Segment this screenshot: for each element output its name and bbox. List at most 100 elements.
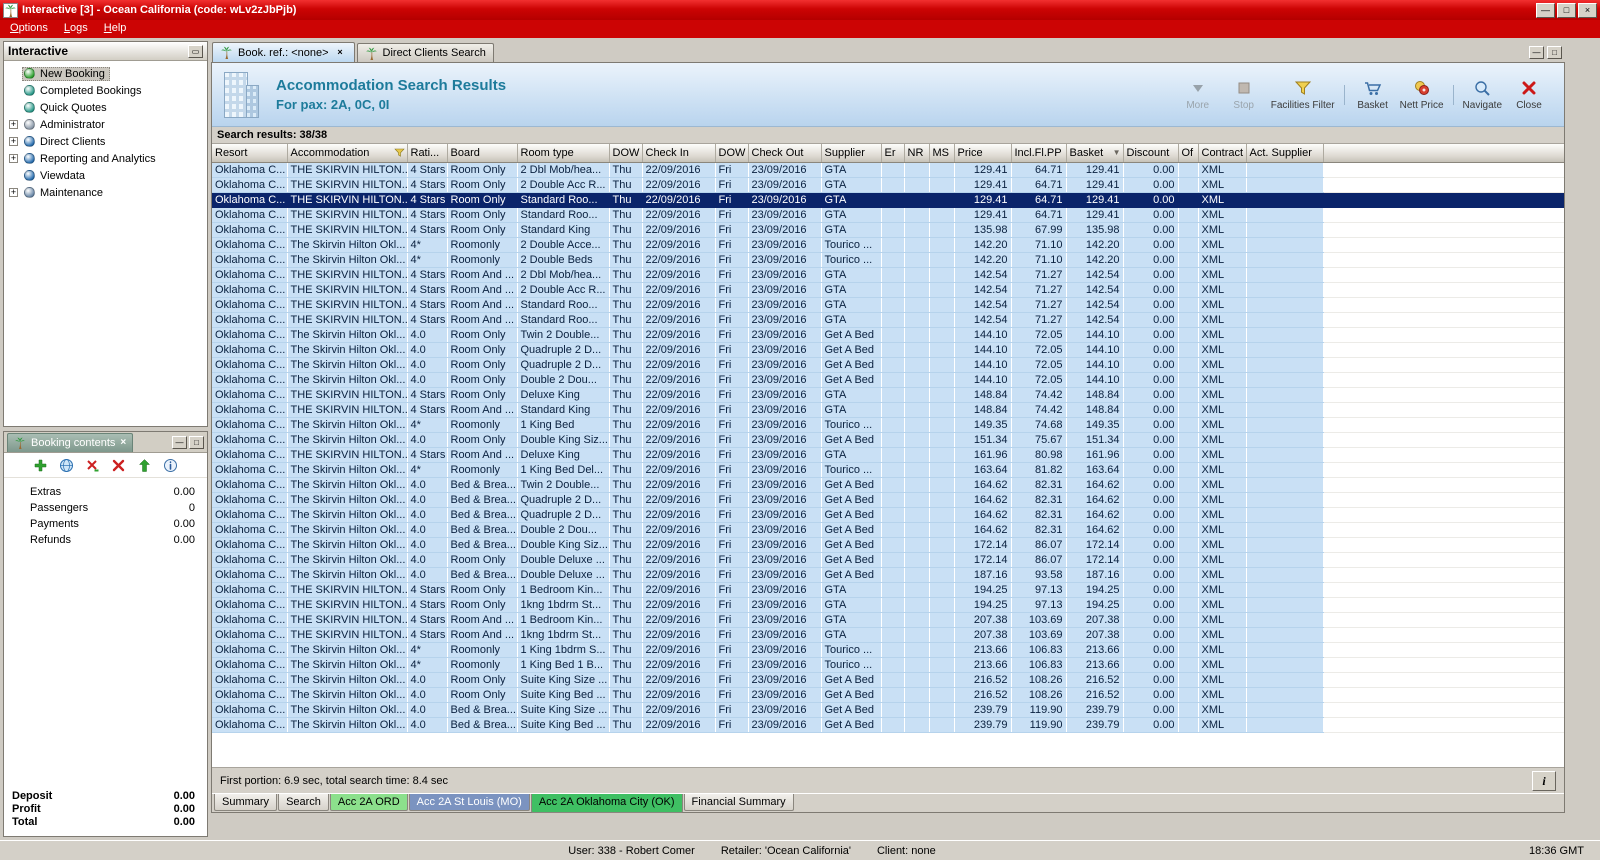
column-header-basket[interactable]: Basket ▼ bbox=[1066, 144, 1124, 163]
column-header-price[interactable]: Price bbox=[954, 144, 1012, 163]
table-row[interactable]: Oklahoma C... THE SKIRVIN HILTON... 4 Star… bbox=[212, 612, 1564, 628]
remove-icon[interactable] bbox=[85, 458, 100, 473]
sidebar-item-direct-clients[interactable]: + Direct Clients bbox=[4, 133, 207, 150]
table-row[interactable]: Oklahoma C... The Skirvin Hilton Okl... 4*… bbox=[212, 237, 1564, 253]
table-row[interactable]: Oklahoma C... THE SKIRVIN HILTON... 4 Star… bbox=[212, 207, 1564, 223]
column-header-dow[interactable]: DOW bbox=[609, 144, 643, 163]
expander-icon[interactable]: + bbox=[9, 120, 18, 129]
table-row[interactable]: Oklahoma C... The Skirvin Hilton Okl... 4.… bbox=[212, 477, 1564, 493]
menu-options[interactable]: Options bbox=[2, 20, 56, 38]
info-button[interactable]: i bbox=[1532, 770, 1556, 791]
mdi-restore-button[interactable]: □ bbox=[1547, 46, 1562, 59]
table-row[interactable]: Oklahoma C... The Skirvin Hilton Okl... 4.… bbox=[212, 432, 1564, 448]
booking-list-item-passengers[interactable]: Passengers 0 bbox=[4, 500, 207, 516]
tab-direct-clients-search[interactable]: Direct Clients Search bbox=[356, 43, 494, 62]
column-header-dow[interactable]: DOW bbox=[715, 144, 749, 163]
table-row[interactable]: Oklahoma C... THE SKIRVIN HILTON... 4 Star… bbox=[212, 297, 1564, 313]
table-row[interactable]: Oklahoma C... The Skirvin Hilton Okl... 4*… bbox=[212, 462, 1564, 478]
table-row[interactable]: Oklahoma C... THE SKIRVIN HILTON... 4 Star… bbox=[212, 177, 1564, 193]
column-header-check-out[interactable]: Check Out bbox=[748, 144, 822, 163]
panel-collapse-button[interactable]: ▭ bbox=[188, 44, 203, 58]
minimize-button[interactable]: — bbox=[1536, 2, 1555, 18]
table-row[interactable]: Oklahoma C... The Skirvin Hilton Okl... 4*… bbox=[212, 642, 1564, 658]
globe-icon[interactable] bbox=[59, 458, 74, 473]
sidebar-item-administrator[interactable]: + Administrator bbox=[4, 116, 207, 133]
table-row[interactable]: Oklahoma C... THE SKIRVIN HILTON... 4 Star… bbox=[212, 162, 1564, 178]
add-icon[interactable] bbox=[33, 458, 48, 473]
booking-contents-close-icon[interactable]: × bbox=[120, 438, 126, 448]
table-row[interactable]: Oklahoma C... THE SKIRVIN HILTON... 4 Star… bbox=[212, 447, 1564, 463]
sidebar-item-reporting-and-analytics[interactable]: + Reporting and Analytics bbox=[4, 150, 207, 167]
table-row[interactable]: Oklahoma C... THE SKIRVIN HILTON... 4 Star… bbox=[212, 387, 1564, 403]
table-row[interactable]: Oklahoma C... THE SKIRVIN HILTON... 4 Star… bbox=[212, 192, 1564, 208]
table-row[interactable]: Oklahoma C... THE SKIRVIN HILTON... 4 Star… bbox=[212, 222, 1564, 238]
table-row[interactable]: Oklahoma C... THE SKIRVIN HILTON... 4 Star… bbox=[212, 627, 1564, 643]
booking-list-item-payments[interactable]: Payments 0.00 bbox=[4, 516, 207, 532]
booking-minimize-button[interactable]: — bbox=[172, 436, 187, 449]
table-row[interactable]: Oklahoma C... The Skirvin Hilton Okl... 4.… bbox=[212, 342, 1564, 358]
table-row[interactable]: Oklahoma C... THE SKIRVIN HILTON... 4 Star… bbox=[212, 282, 1564, 298]
table-row[interactable]: Oklahoma C... The Skirvin Hilton Okl... 4.… bbox=[212, 717, 1564, 733]
table-row[interactable]: Oklahoma C... The Skirvin Hilton Okl... 4.… bbox=[212, 327, 1564, 343]
menu-logs[interactable]: Logs bbox=[56, 20, 96, 38]
booking-restore-button[interactable]: □ bbox=[189, 436, 204, 449]
table-row[interactable]: Oklahoma C... The Skirvin Hilton Okl... 4*… bbox=[212, 252, 1564, 268]
bottom-tab-acc-2a-oklahoma-city-ok[interactable]: Acc 2A Oklahoma City (OK) bbox=[530, 794, 683, 813]
column-header-board[interactable]: Board bbox=[447, 144, 518, 163]
sidebar-item-new-booking[interactable]: New Booking bbox=[4, 65, 207, 82]
table-row[interactable]: Oklahoma C... THE SKIRVIN HILTON... 4 Star… bbox=[212, 312, 1564, 328]
table-row[interactable]: Oklahoma C... The Skirvin Hilton Okl... 4.… bbox=[212, 552, 1564, 568]
basket-button[interactable]: Basket bbox=[1350, 76, 1396, 114]
table-row[interactable]: Oklahoma C... THE SKIRVIN HILTON... 4 Star… bbox=[212, 402, 1564, 418]
table-row[interactable]: Oklahoma C... The Skirvin Hilton Okl... 4.… bbox=[212, 492, 1564, 508]
booking-list-item-refunds[interactable]: Refunds 0.00 bbox=[4, 532, 207, 548]
menu-help[interactable]: Help bbox=[96, 20, 135, 38]
bottom-tab-acc-2a-ord[interactable]: Acc 2A ORD bbox=[329, 794, 408, 811]
table-row[interactable]: Oklahoma C... The Skirvin Hilton Okl... 4.… bbox=[212, 372, 1564, 388]
mdi-minimize-button[interactable]: — bbox=[1529, 46, 1544, 59]
column-header-room-type[interactable]: Room type bbox=[517, 144, 610, 163]
table-row[interactable]: Oklahoma C... THE SKIRVIN HILTON... 4 Star… bbox=[212, 597, 1564, 613]
close-button[interactable]: Close bbox=[1506, 76, 1552, 114]
nett-price-button[interactable]: Nett Price bbox=[1396, 76, 1448, 114]
table-row[interactable]: Oklahoma C... The Skirvin Hilton Okl... 4*… bbox=[212, 657, 1564, 673]
navigate-button[interactable]: Navigate bbox=[1459, 76, 1506, 114]
column-header-ms[interactable]: MS bbox=[929, 144, 955, 163]
up-icon[interactable] bbox=[137, 458, 152, 473]
column-header-contract[interactable]: Contract bbox=[1198, 144, 1247, 163]
column-header-accommodation[interactable]: Accommodation bbox=[287, 144, 408, 163]
maximize-button[interactable]: □ bbox=[1557, 2, 1576, 18]
delete-icon[interactable] bbox=[111, 458, 126, 473]
column-header-rati[interactable]: Rati... bbox=[407, 144, 448, 163]
column-header-discount[interactable]: Discount bbox=[1123, 144, 1179, 163]
sidebar-item-viewdata[interactable]: Viewdata bbox=[4, 167, 207, 184]
table-row[interactable]: Oklahoma C... The Skirvin Hilton Okl... 4.… bbox=[212, 522, 1564, 538]
table-row[interactable]: Oklahoma C... THE SKIRVIN HILTON... 4 Star… bbox=[212, 267, 1564, 283]
table-row[interactable]: Oklahoma C... The Skirvin Hilton Okl... 4*… bbox=[212, 417, 1564, 433]
column-header-incl-fl-pp[interactable]: Incl.Fl.PP bbox=[1011, 144, 1067, 163]
expander-icon[interactable]: + bbox=[9, 154, 18, 163]
tab-book-ref[interactable]: Book. ref.: <none> × bbox=[212, 42, 355, 62]
table-row[interactable]: Oklahoma C... The Skirvin Hilton Okl... 4.… bbox=[212, 702, 1564, 718]
sidebar-item-maintenance[interactable]: + Maintenance bbox=[4, 184, 207, 201]
bottom-tab-search[interactable]: Search bbox=[278, 794, 329, 811]
table-row[interactable]: Oklahoma C... THE SKIRVIN HILTON... 4 Star… bbox=[212, 582, 1564, 598]
table-row[interactable]: Oklahoma C... The Skirvin Hilton Okl... 4.… bbox=[212, 537, 1564, 553]
bottom-tab-acc-2a-st-louis-mo[interactable]: Acc 2A St Louis (MO) bbox=[408, 794, 530, 811]
column-header-resort[interactable]: Resort bbox=[212, 144, 288, 163]
table-row[interactable]: Oklahoma C... The Skirvin Hilton Okl... 4.… bbox=[212, 672, 1564, 688]
facilities-filter-button[interactable]: Facilities Filter bbox=[1267, 76, 1339, 114]
bottom-tab-summary[interactable]: Summary bbox=[214, 794, 278, 811]
table-row[interactable]: Oklahoma C... The Skirvin Hilton Okl... 4.… bbox=[212, 687, 1564, 703]
booking-list-item-extras[interactable]: Extras 0.00 bbox=[4, 484, 207, 500]
table-row[interactable]: Oklahoma C... The Skirvin Hilton Okl... 4.… bbox=[212, 357, 1564, 373]
table-row[interactable]: Oklahoma C... The Skirvin Hilton Okl... 4.… bbox=[212, 507, 1564, 523]
column-header-act-supplier[interactable]: Act. Supplier bbox=[1246, 144, 1324, 163]
expander-icon[interactable]: + bbox=[9, 188, 18, 197]
column-header-of[interactable]: Of bbox=[1178, 144, 1199, 163]
column-header-er[interactable]: Er bbox=[881, 144, 905, 163]
booking-contents-tab[interactable]: Booking contents × bbox=[7, 433, 134, 452]
bottom-tab-financial-summary[interactable]: Financial Summary bbox=[683, 794, 794, 811]
info-icon[interactable] bbox=[163, 458, 178, 473]
column-header-nr[interactable]: NR bbox=[904, 144, 930, 163]
